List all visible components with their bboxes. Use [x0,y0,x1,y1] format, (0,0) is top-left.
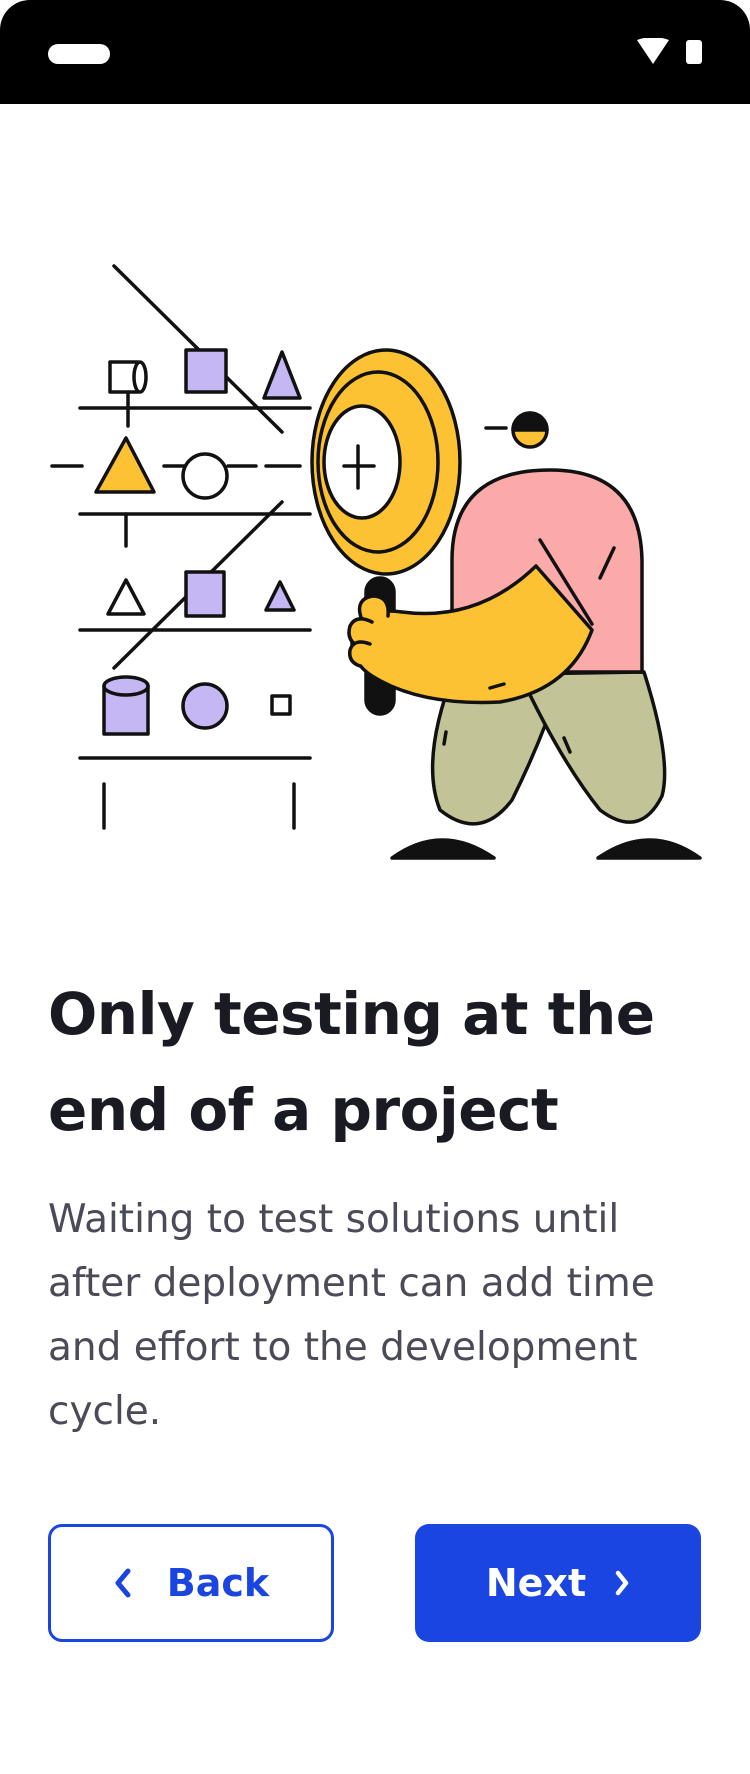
status-bar [0,0,750,104]
page-title: Only testing at the end of a project [48,966,728,1158]
next-button-label: Next [485,1561,587,1605]
wifi-icon [637,38,669,64]
chevron-right-icon [615,1570,629,1596]
back-button[interactable]: Back [48,1524,334,1642]
chevron-left-icon [115,1568,131,1598]
title-line-1: Only testing at the [48,980,655,1048]
status-pill [48,44,110,64]
title-line-2: end of a project [48,1076,559,1144]
back-button-label: Back [166,1561,270,1605]
next-button[interactable]: Next [415,1524,701,1642]
description-text: Waiting to test solutions until after de… [48,1197,655,1434]
battery-icon [686,40,702,64]
magnifier-illustration [50,264,702,860]
